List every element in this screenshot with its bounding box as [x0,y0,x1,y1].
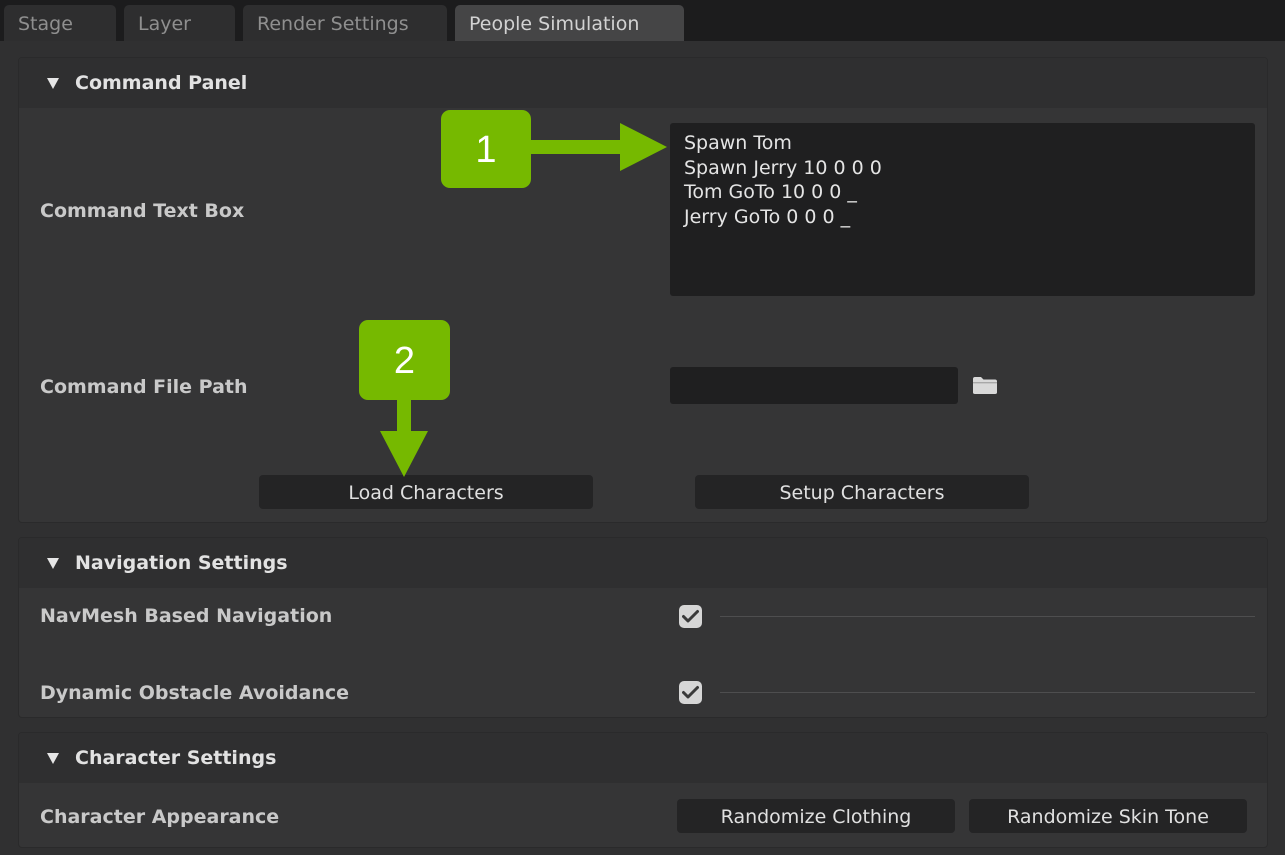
people-simulation-window: Stage Layer Render Settings People Simul… [0,0,1285,855]
arrow-1-icon [530,123,667,171]
annotation-callout-1: 1 [441,110,531,188]
annotation-arrows [380,123,667,477]
arrow-2-icon [380,400,428,477]
annotation-callout-2: 2 [359,320,450,400]
